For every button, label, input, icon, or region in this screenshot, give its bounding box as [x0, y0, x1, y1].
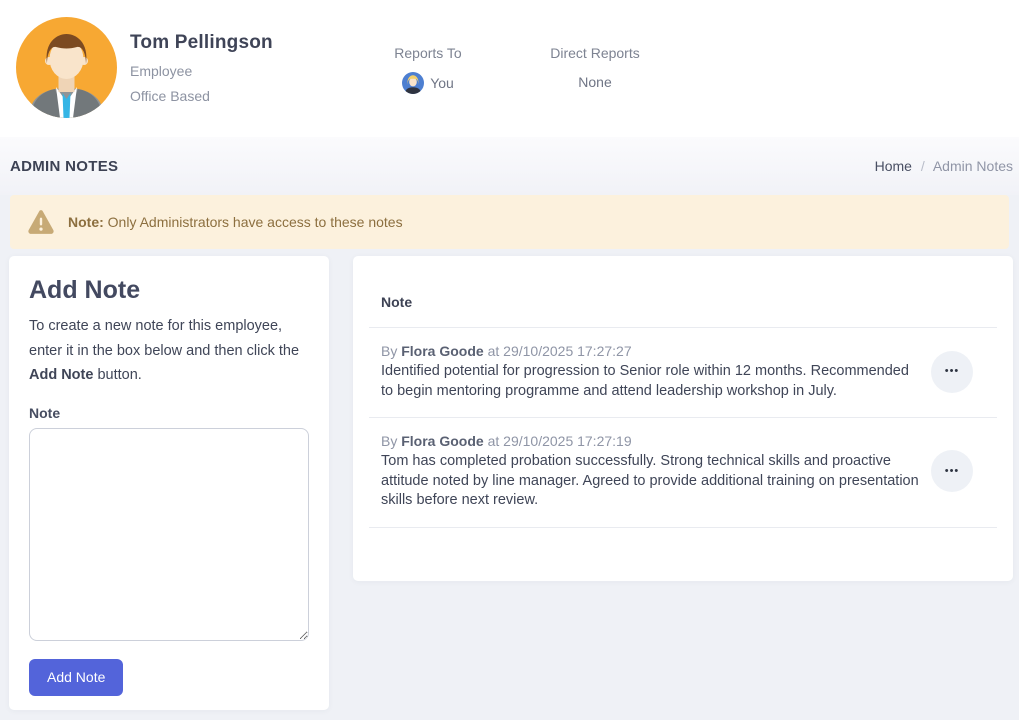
main-content: Add Note To create a new note for this e… — [9, 256, 1013, 710]
alert-bold: Note: — [68, 214, 104, 230]
note-body: By Flora Goode at 29/10/2025 17:27:27 Id… — [381, 342, 931, 401]
ellipsis-icon: ••• — [945, 466, 960, 477]
note-row: By Flora Goode at 29/10/2025 17:27:27 Id… — [369, 327, 997, 417]
note-by-label: By — [381, 343, 397, 359]
note-actions-button[interactable]: ••• — [931, 450, 973, 492]
note-field-label: Note — [29, 405, 309, 422]
alert-message: Only Administrators have access to these… — [108, 214, 403, 230]
note-author: Flora Goode — [401, 343, 483, 359]
note-actions-button[interactable]: ••• — [931, 351, 973, 393]
breadcrumb-home-link[interactable]: Home — [875, 158, 912, 174]
employee-location: Office Based — [130, 88, 273, 104]
note-at-label: at — [488, 433, 500, 449]
employee-info: Tom Pellingson Employee Office Based — [130, 32, 273, 104]
admin-notes-alert: Note: Only Administrators have access to… — [10, 195, 1009, 249]
breadcrumb: Home / Admin Notes — [875, 158, 1013, 174]
page-titlebar: ADMIN NOTES Home / Admin Notes — [0, 137, 1019, 195]
note-timestamp: 29/10/2025 17:27:27 — [503, 343, 631, 359]
note-meta: By Flora Goode at 29/10/2025 17:27:27 — [381, 342, 931, 361]
reports-to-label: Reports To — [383, 45, 473, 61]
notes-column-header: Note — [369, 280, 997, 327]
alert-text: Note: Only Administrators have access to… — [68, 214, 403, 230]
ellipsis-icon: ••• — [945, 366, 960, 377]
note-text: Tom has completed probation successfully… — [381, 452, 921, 511]
manager-avatar[interactable] — [402, 72, 424, 94]
warning-icon — [28, 210, 54, 234]
add-note-heading: Add Note — [29, 277, 309, 304]
employee-profile-header: Tom Pellingson Employee Office Based Rep… — [0, 0, 1019, 137]
description-post: button. — [93, 367, 141, 383]
note-meta: By Flora Goode at 29/10/2025 17:27:19 — [381, 432, 931, 451]
note-timestamp: 29/10/2025 17:27:19 — [503, 433, 631, 449]
breadcrumb-separator: / — [921, 158, 925, 174]
page-title: ADMIN NOTES — [10, 158, 118, 175]
direct-reports-section: Direct Reports None — [545, 45, 645, 90]
employee-name: Tom Pellingson — [130, 32, 273, 54]
description-pre: To create a new note for this employee, … — [29, 318, 299, 359]
note-at-label: at — [488, 343, 500, 359]
reports-to-section: Reports To You — [383, 45, 473, 94]
note-text: Identified potential for progression to … — [381, 362, 921, 401]
direct-reports-value: None — [545, 74, 645, 90]
reports-to-value[interactable]: You — [430, 75, 454, 91]
note-by-label: By — [381, 433, 397, 449]
description-bold: Add Note — [29, 367, 93, 383]
notes-bottom-divider — [369, 527, 997, 528]
employee-avatar — [16, 17, 117, 118]
note-author: Flora Goode — [401, 433, 483, 449]
note-textarea[interactable] — [29, 428, 309, 641]
note-row: By Flora Goode at 29/10/2025 17:27:19 To… — [369, 417, 997, 527]
direct-reports-label: Direct Reports — [545, 45, 645, 61]
employee-role: Employee — [130, 63, 273, 79]
add-note-button[interactable]: Add Note — [29, 659, 123, 696]
note-body: By Flora Goode at 29/10/2025 17:27:19 To… — [381, 432, 931, 511]
notes-list-panel: Note By Flora Goode at 29/10/2025 17:27:… — [353, 256, 1013, 581]
breadcrumb-current: Admin Notes — [933, 158, 1013, 174]
add-note-panel: Add Note To create a new note for this e… — [9, 256, 329, 710]
add-note-description: To create a new note for this employee, … — [29, 314, 309, 388]
